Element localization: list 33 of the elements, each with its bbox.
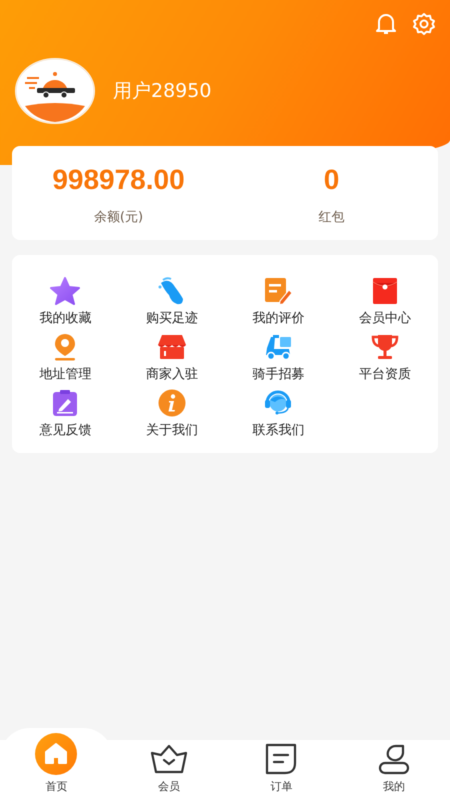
settings-icon[interactable] — [412, 12, 436, 36]
menu-item[interactable]: 地址管理 — [12, 333, 118, 383]
tab[interactable]: 会员 — [112, 740, 225, 800]
menu-item[interactable]: 骑手招募 — [225, 333, 332, 383]
tab[interactable]: 我的 — [338, 740, 450, 800]
menu-item[interactable]: 意见反馈 — [12, 389, 118, 439]
menu-item[interactable]: 商家入驻 — [118, 333, 225, 383]
shop-icon — [156, 333, 187, 361]
tab[interactable]: 订单 — [225, 740, 338, 800]
stat-value: 0 — [324, 164, 340, 196]
info-icon — [158, 389, 186, 417]
person-icon — [378, 743, 410, 775]
stat-label: 红包 — [318, 209, 344, 226]
note-pencil-icon — [263, 277, 294, 305]
menu-item[interactable]: 关于我们 — [118, 389, 225, 439]
crown-icon — [148, 744, 189, 774]
menu-item[interactable]: 我的收藏 — [12, 277, 118, 327]
clipboard-pencil-icon — [51, 389, 80, 417]
menu-item[interactable]: 购买足迹 — [118, 277, 225, 327]
stat-value: 998978.00 — [52, 164, 185, 196]
menu-item[interactable]: 平台资质 — [332, 333, 438, 383]
trophy-icon — [370, 333, 400, 361]
username: 用户28950 — [113, 79, 212, 104]
scooter-icon — [263, 333, 294, 361]
headset-icon — [263, 389, 294, 417]
star-icon — [50, 277, 80, 305]
home-icon — [43, 741, 70, 767]
menu-item[interactable]: 我的评价 — [225, 277, 332, 327]
stat-label: 余额(元) — [94, 209, 144, 226]
menu-item[interactable]: 联系我们 — [225, 389, 332, 439]
envelope-icon — [370, 277, 399, 305]
bell-icon[interactable] — [374, 12, 398, 36]
menu-item[interactable]: 会员中心 — [332, 277, 438, 327]
